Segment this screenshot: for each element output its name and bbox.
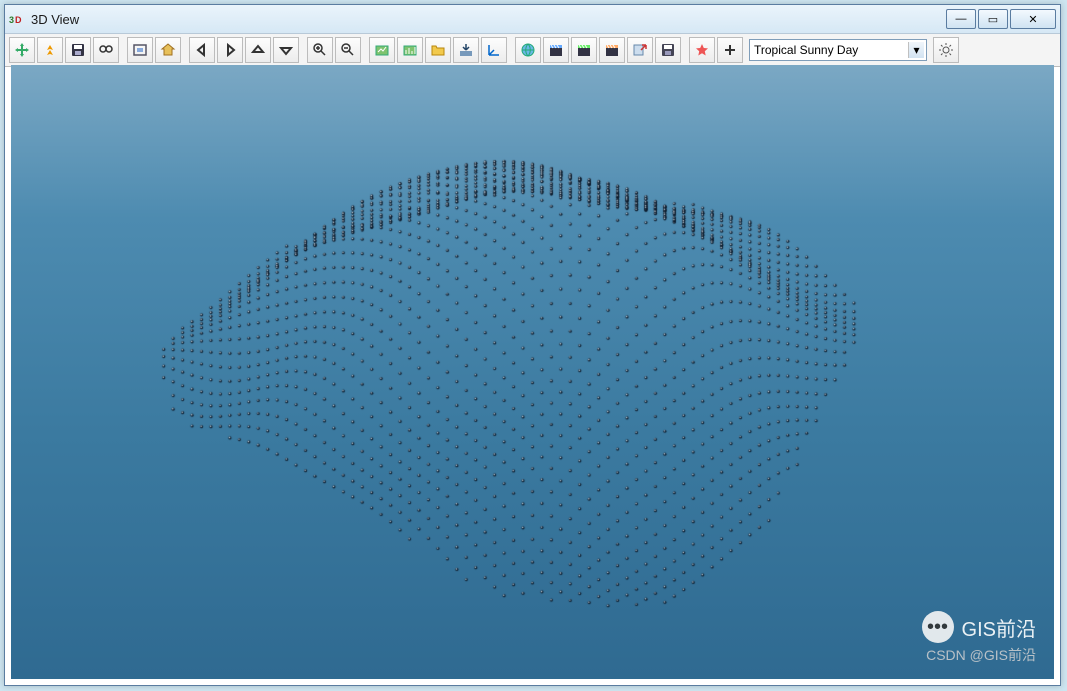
forward-button[interactable] (217, 37, 243, 63)
watermark-brand: ••• GIS前沿 (922, 611, 1036, 643)
plus-icon (722, 42, 738, 58)
plus-button[interactable] (717, 37, 743, 63)
svg-text:D: D (15, 15, 22, 25)
axes-icon (486, 42, 502, 58)
minimize-button[interactable]: — (946, 9, 976, 29)
settings-icon (938, 42, 954, 58)
zoom-in-icon (312, 42, 328, 58)
settings-button[interactable] (933, 37, 959, 63)
home-icon (160, 42, 176, 58)
maximize-button[interactable]: ▭ (978, 9, 1008, 29)
globe-button[interactable] (515, 37, 541, 63)
back-arrow-icon (194, 42, 210, 58)
environment-dropdown[interactable]: Tropical Sunny Day ▾ (749, 39, 927, 61)
star-button[interactable] (689, 37, 715, 63)
layer-tool-icon (374, 42, 390, 58)
clapper-a-button[interactable] (543, 37, 569, 63)
axes-button[interactable] (481, 37, 507, 63)
zoom-in-button[interactable] (307, 37, 333, 63)
import-down-icon (458, 42, 474, 58)
fly-icon (42, 42, 58, 58)
layer-tool-button[interactable] (369, 37, 395, 63)
zoom-out-button[interactable] (335, 37, 361, 63)
globe-icon (520, 42, 536, 58)
find-icon (98, 42, 114, 58)
floppy-icon (660, 42, 676, 58)
watermark-brand-text: GIS前沿 (962, 613, 1036, 642)
clapper-b-button[interactable] (571, 37, 597, 63)
forward-arrow-icon (222, 42, 238, 58)
folder-open-button[interactable] (425, 37, 451, 63)
watermark-credit: CSDN @GIS前沿 (926, 645, 1036, 665)
clapper-b-icon (576, 42, 592, 58)
up-button[interactable] (245, 37, 271, 63)
3d-viewport[interactable]: ••• GIS前沿 CSDN @GIS前沿 (11, 65, 1054, 679)
clapper-icon (548, 42, 564, 58)
save-icon (70, 42, 86, 58)
title-bar[interactable]: 3D 3D View — ▭ ✕ (5, 5, 1060, 34)
chart-tool-icon (402, 42, 418, 58)
main-toolbar: Tropical Sunny Day ▾ (5, 34, 1060, 67)
chat-bubble-icon: ••• (922, 611, 954, 643)
back-button[interactable] (189, 37, 215, 63)
dropdown-selected-label: Tropical Sunny Day (754, 43, 908, 57)
point-cloud-canvas (11, 65, 1054, 679)
export-button[interactable] (627, 37, 653, 63)
window-controls: — ▭ ✕ (946, 9, 1056, 29)
home-button[interactable] (155, 37, 181, 63)
fly-button[interactable] (37, 37, 63, 63)
svg-text:3: 3 (9, 15, 14, 25)
close-button[interactable]: ✕ (1010, 9, 1056, 29)
import-button[interactable] (453, 37, 479, 63)
find-button[interactable] (93, 37, 119, 63)
floppy-button[interactable] (655, 37, 681, 63)
frame-icon (132, 42, 148, 58)
chart-tool-button[interactable] (397, 37, 423, 63)
zoom-out-icon (340, 42, 356, 58)
window-title: 3D View (31, 12, 946, 27)
pan-button[interactable] (9, 37, 35, 63)
down-button[interactable] (273, 37, 299, 63)
clapper-c-button[interactable] (599, 37, 625, 63)
app-window: 3D 3D View — ▭ ✕ (4, 4, 1061, 686)
app-icon: 3D (9, 11, 25, 27)
save-view-button[interactable] (65, 37, 91, 63)
chevron-down-icon: ▾ (908, 42, 924, 58)
folder-open-icon (430, 42, 446, 58)
star-icon (694, 42, 710, 58)
pan-icon (14, 42, 30, 58)
clapper-c-icon (604, 42, 620, 58)
down-arrow-icon (278, 42, 294, 58)
export-arrow-icon (632, 42, 648, 58)
up-arrow-icon (250, 42, 266, 58)
frame-button[interactable] (127, 37, 153, 63)
